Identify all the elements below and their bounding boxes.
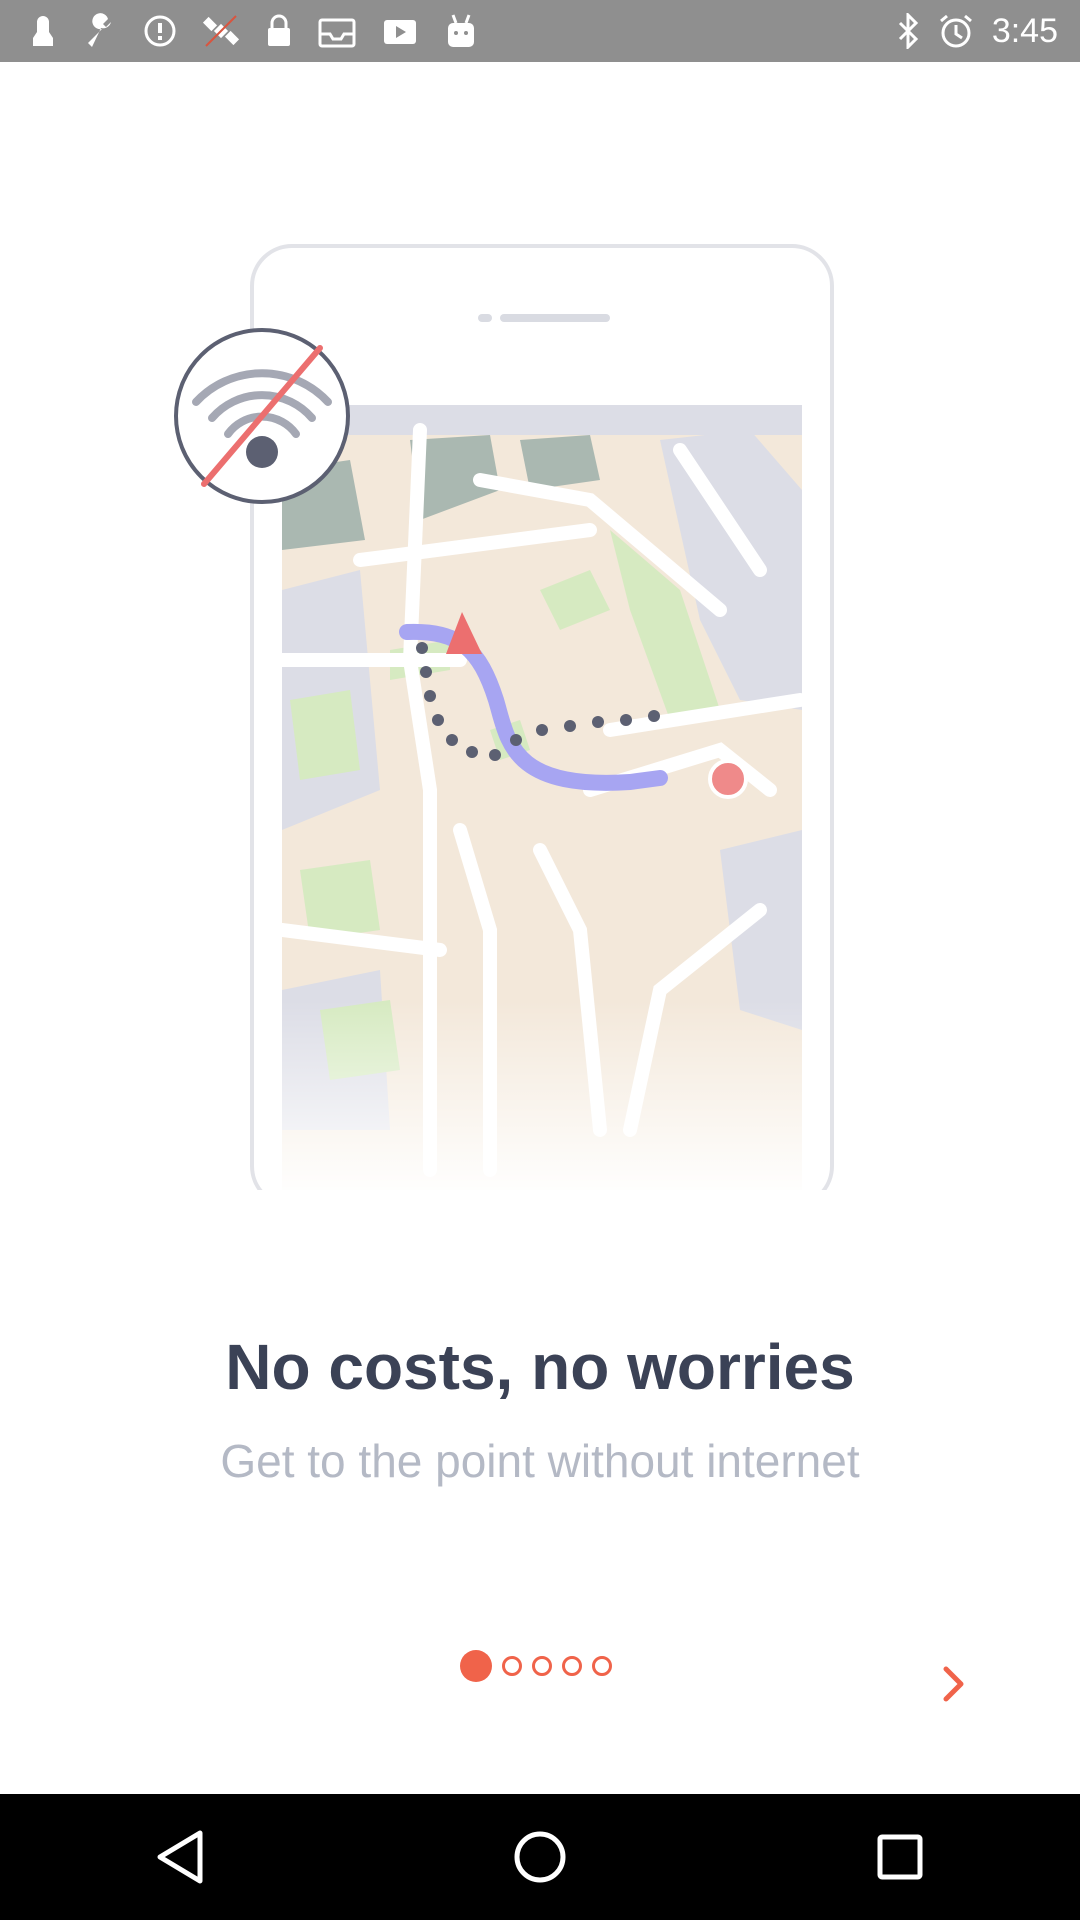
onboarding-subtitle: Get to the point without internet (220, 1435, 860, 1487)
satellite-icon (202, 12, 240, 50)
wrench-icon (82, 13, 118, 49)
page-dot-2 (502, 1656, 522, 1676)
onboarding-title: No costs, no worries (225, 1331, 855, 1403)
recents-icon (877, 1834, 923, 1880)
video-icon (382, 14, 418, 48)
status-time: 3:45 (991, 11, 1058, 50)
alarm-icon (938, 13, 974, 49)
inbox-icon (318, 14, 356, 48)
home-icon (514, 1831, 566, 1883)
page-indicator (460, 1650, 612, 1682)
page-dot-1 (460, 1650, 492, 1682)
page-dot-4 (562, 1656, 582, 1676)
notification-icon (30, 14, 56, 48)
back-icon (157, 1830, 203, 1884)
offline-map-illustration (160, 230, 840, 1208)
next-button[interactable] (930, 1660, 978, 1708)
android-icon (444, 13, 478, 49)
system-nav-bar (0, 1794, 1080, 1920)
status-bar: 3:45 (0, 0, 1080, 62)
page-dot-5 (592, 1656, 612, 1676)
recents-button[interactable] (860, 1817, 940, 1897)
lock-icon (266, 14, 292, 48)
chevron-right-icon (943, 1666, 964, 1702)
info-icon (144, 15, 176, 47)
bluetooth-icon (896, 13, 920, 49)
home-button[interactable] (500, 1817, 580, 1897)
back-button[interactable] (140, 1817, 220, 1897)
page-dot-3 (532, 1656, 552, 1676)
